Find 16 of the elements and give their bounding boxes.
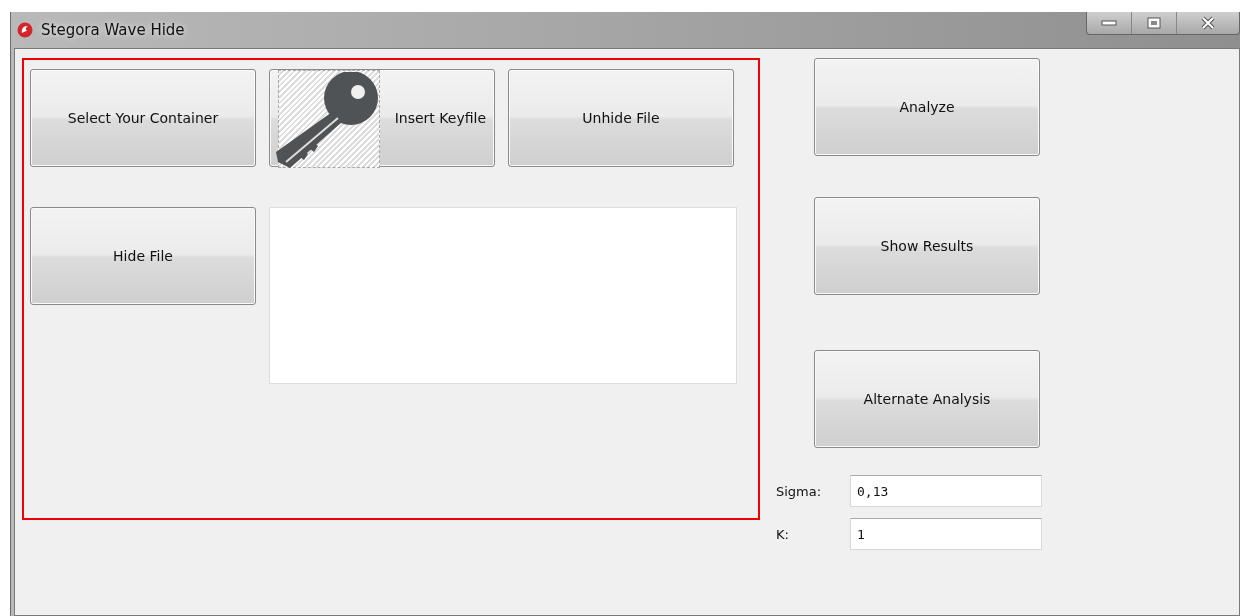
side-button[interactable]: Alternate Analysis xyxy=(814,350,1040,448)
field-label: K: xyxy=(776,526,790,542)
input-field[interactable]: 1 xyxy=(850,518,1042,550)
maximize-icon xyxy=(1147,17,1161,29)
panel-button[interactable]: Unhide File xyxy=(508,69,734,167)
close-icon xyxy=(1200,16,1216,30)
app-icon xyxy=(17,22,33,38)
input-field[interactable]: 0,13 xyxy=(850,475,1042,507)
side-button[interactable]: Show Results xyxy=(814,197,1040,295)
minimize-icon xyxy=(1101,20,1117,26)
insert-keyfile-button[interactable]: Insert Keyfile xyxy=(269,69,495,167)
window-title: Stegora Wave Hide xyxy=(41,21,185,39)
field-label: Sigma: xyxy=(776,483,823,499)
panel-button[interactable]: Hide File xyxy=(30,207,256,305)
side-button[interactable]: Analyze xyxy=(814,58,1040,156)
panel-button[interactable]: Select Your Container xyxy=(30,69,256,167)
